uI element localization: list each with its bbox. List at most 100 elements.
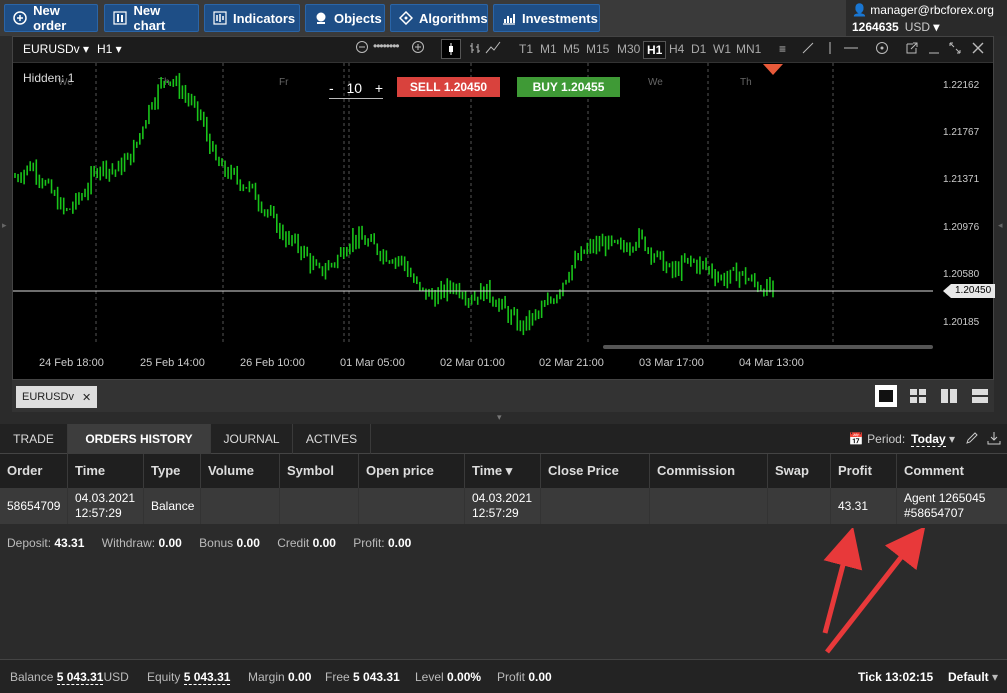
sell-button[interactable]: SELL 1.20450 bbox=[397, 77, 500, 97]
buy-button[interactable]: BUY 1.20455 bbox=[517, 77, 620, 97]
col-time[interactable]: Time bbox=[68, 454, 144, 488]
new-chart-button[interactable]: New chart bbox=[104, 3, 199, 33]
layout-columns-icon[interactable] bbox=[938, 385, 960, 407]
deposit-value: 43.31 bbox=[54, 536, 85, 550]
objects-button[interactable]: Objects bbox=[305, 4, 385, 32]
chart-scrollbar[interactable] bbox=[603, 345, 933, 349]
account-panel[interactable]: 👤 manager@rbcforex.org 1264635 USD ▾ bbox=[846, 0, 1007, 36]
tf-H4[interactable]: H4 bbox=[666, 41, 687, 57]
edit-icon[interactable] bbox=[965, 431, 979, 450]
indicator-list-icon[interactable]: ≡ bbox=[779, 42, 786, 56]
layout-grid-icon[interactable] bbox=[907, 385, 929, 407]
zoom-in-icon[interactable] bbox=[411, 40, 425, 57]
col-close-price[interactable]: Close Price bbox=[541, 454, 650, 488]
col-type[interactable]: Type bbox=[144, 454, 201, 488]
balance-value[interactable]: 5 043.31 bbox=[56, 670, 104, 685]
lot-value[interactable]: 10 bbox=[346, 80, 362, 96]
tf-W1[interactable]: W1 bbox=[710, 41, 734, 57]
price-chart[interactable]: WeThFrWeTh bbox=[13, 63, 933, 345]
tick-value: 13:02:15 bbox=[885, 670, 934, 684]
line-chart-icon[interactable] bbox=[485, 40, 501, 59]
balance-currency: USD bbox=[103, 670, 129, 684]
settings-icon[interactable] bbox=[875, 41, 889, 58]
day-label: We bbox=[648, 77, 663, 88]
margin-label: Margin bbox=[248, 670, 285, 684]
layout-rows-icon[interactable] bbox=[969, 385, 991, 407]
tf-M1[interactable]: M1 bbox=[537, 41, 560, 57]
col-order[interactable]: Order bbox=[0, 454, 68, 488]
free-label: Free bbox=[325, 670, 350, 684]
tf-M30[interactable]: M30 bbox=[614, 41, 643, 57]
panel-splitter[interactable]: ▾ bbox=[0, 412, 1007, 424]
hidden-objects-label: Hidden: 1 bbox=[23, 71, 75, 85]
credit-value: 0.00 bbox=[312, 536, 336, 550]
level-label: Level bbox=[415, 670, 444, 684]
col-profit[interactable]: Profit bbox=[831, 454, 897, 488]
bar-chart-icon[interactable] bbox=[467, 40, 483, 59]
period-selector[interactable]: 📅 Period: Today ▾ bbox=[849, 432, 955, 447]
tf-MN1[interactable]: MN1 bbox=[733, 41, 764, 57]
minimize-icon[interactable] bbox=[928, 41, 940, 58]
col-symbol[interactable]: Symbol bbox=[280, 454, 359, 488]
col-commission[interactable]: Commission bbox=[650, 454, 768, 488]
close-tab-icon[interactable]: ✕ bbox=[82, 391, 91, 404]
tab-trade[interactable]: TRADE bbox=[0, 424, 68, 454]
indicators-button[interactable]: Indicators bbox=[204, 4, 300, 32]
tf-M5[interactable]: M5 bbox=[560, 41, 583, 57]
tf-D1[interactable]: D1 bbox=[688, 41, 709, 57]
tab-actives[interactable]: ACTIVES bbox=[293, 424, 371, 454]
equity-value[interactable]: 5 043.31 bbox=[183, 670, 231, 685]
new-chart-label: New chart bbox=[133, 3, 166, 33]
algorithms-button[interactable]: Algorithms bbox=[390, 4, 488, 32]
zoom-out-icon[interactable] bbox=[355, 40, 369, 57]
lot-plus-button[interactable]: + bbox=[375, 80, 383, 96]
maximize-icon[interactable] bbox=[948, 41, 962, 58]
tf-H1[interactable]: H1 bbox=[643, 41, 667, 59]
cell-time-date: 04.03.2021 bbox=[75, 491, 136, 505]
col-close-time[interactable]: Time ▾ bbox=[465, 454, 541, 488]
cell-profit: 43.31 bbox=[831, 488, 897, 524]
account-status-bar: Balance 5 043.31USD Equity 5 043.31 Marg… bbox=[0, 659, 1007, 693]
vertical-line-icon[interactable] bbox=[823, 41, 837, 58]
algorithms-icon bbox=[399, 10, 413, 26]
lot-stepper[interactable]: - 10 + bbox=[329, 77, 383, 99]
tf-M15[interactable]: M15 bbox=[583, 41, 612, 57]
zoom-slider-icon[interactable]: •••••••• bbox=[373, 39, 400, 53]
close-icon[interactable] bbox=[971, 41, 985, 58]
symbol-selector[interactable]: EURUSDv ▾ bbox=[23, 42, 89, 56]
horizontal-line-icon[interactable] bbox=[843, 41, 859, 58]
col-volume[interactable]: Volume bbox=[201, 454, 280, 488]
left-panel-handle-icon[interactable]: ▸ bbox=[2, 220, 8, 232]
investments-icon bbox=[502, 10, 516, 26]
right-panel-handle-icon[interactable]: ◂ bbox=[998, 220, 1004, 232]
download-icon[interactable] bbox=[987, 431, 1001, 450]
chevron-down-icon[interactable]: ▾ bbox=[933, 20, 939, 34]
chevron-down-icon[interactable]: ▾ bbox=[949, 432, 955, 446]
symbol-label: EURUSDv bbox=[23, 42, 80, 56]
collapse-arrow-icon[interactable]: ▾ bbox=[497, 412, 502, 423]
tab-journal[interactable]: JOURNAL bbox=[211, 424, 293, 454]
period-value[interactable]: Today bbox=[911, 432, 946, 447]
tab-orders-history[interactable]: ORDERS HISTORY bbox=[68, 424, 211, 454]
cell-comment-line1: Agent 1265045 bbox=[904, 491, 986, 505]
cell-type: Balance bbox=[144, 488, 201, 524]
col-swap[interactable]: Swap bbox=[768, 454, 831, 488]
lot-minus-button[interactable]: - bbox=[329, 80, 334, 96]
trendline-icon[interactable] bbox=[801, 41, 815, 58]
col-open-price[interactable]: Open price bbox=[359, 454, 465, 488]
layout-single-icon[interactable] bbox=[875, 385, 897, 407]
profile-selector[interactable]: Default ▾ bbox=[948, 670, 998, 684]
col-comment[interactable]: Comment bbox=[897, 454, 1007, 488]
timeframe-selector[interactable]: H1 ▾ bbox=[97, 42, 122, 56]
chart-tab-label: EURUSDv bbox=[22, 391, 74, 403]
level-group: Level 0.00% bbox=[415, 670, 481, 684]
tf-T1[interactable]: T1 bbox=[516, 41, 536, 57]
withdraw-value: 0.00 bbox=[158, 536, 182, 550]
new-order-button[interactable]: New order bbox=[4, 3, 98, 33]
chart-tab-eurusdv[interactable]: EURUSDv ✕ bbox=[16, 386, 98, 408]
investments-button[interactable]: Investments bbox=[493, 4, 600, 32]
candle-chart-icon[interactable] bbox=[441, 39, 461, 59]
table-row[interactable]: 58654709 04.03.2021 12:57:29 Balance 04.… bbox=[0, 488, 1007, 524]
objects-icon bbox=[314, 10, 328, 26]
detach-icon[interactable] bbox=[905, 41, 919, 58]
